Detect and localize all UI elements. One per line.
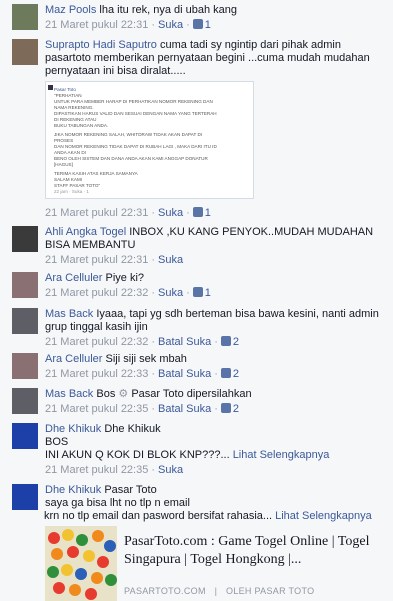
comment-thread: Maz Pools lha itu rek, nya di ubah kang …	[0, 0, 393, 601]
thumbs-up-icon	[220, 336, 231, 346]
mention-icon: ⚙	[118, 388, 129, 400]
comment-text: dipersilahkan	[186, 388, 252, 400]
avatar[interactable]	[12, 484, 38, 510]
attachment-text: Pasar Toto "PERHATIAN UNTUK PARA MEMBER …	[54, 87, 247, 195]
see-more-link[interactable]: Lihat Selengkapnya	[275, 510, 372, 522]
like-count[interactable]: 2	[233, 336, 239, 348]
thumbs-up-icon	[192, 287, 203, 297]
comment-text: krn no tlp email dan pasword bersifat ra…	[44, 510, 273, 522]
avatar[interactable]	[12, 226, 38, 252]
comment-body: Maz Pools lha itu rek, nya di ubah kang …	[45, 4, 385, 32]
avatar[interactable]	[12, 39, 38, 65]
commenter-name[interactable]: Ahli Angka Togel	[45, 226, 126, 238]
comment-body: Dhe Khikuk Dhe Khikuk BOS INI AKUN Q KOK…	[45, 423, 385, 477]
commenter-name[interactable]: Suprapto Hadi Saputro	[45, 39, 157, 51]
like-button[interactable]: Suka	[158, 19, 183, 31]
comment-body: Mas Back Bos ⚙ Pasar Toto dipersilahkan …	[45, 388, 385, 416]
thumbs-up-icon	[220, 403, 231, 413]
comment-time[interactable]: 21 Maret pukul 22:32	[45, 336, 148, 348]
like-count[interactable]: 1	[205, 19, 211, 31]
link-preview-card[interactable]: PasarToto.com : Game Togel Online | Toge…	[45, 526, 385, 601]
avatar[interactable]	[12, 4, 38, 30]
comment-body: krn no tlp email dan pasword bersifat ra…	[44, 510, 385, 523]
thumbs-up-icon	[220, 368, 231, 378]
avatar[interactable]	[12, 272, 38, 298]
comment-text: Bos	[96, 388, 116, 400]
link-title[interactable]: PasarToto.com : Game Togel Online | Toge…	[124, 533, 384, 569]
comment-text: Siji siji sek mbah	[105, 353, 187, 365]
page-logo-icon	[48, 85, 53, 90]
attachment-meta: 22 jam · Suka · 1	[54, 189, 89, 194]
comment-meta: 21 Maret pukul 22:35 · Suka	[45, 464, 184, 476]
comment-text: Pasar Toto	[104, 484, 157, 496]
comment-text: Iyaaa, tapi yg sdh berteman bisa bawa ke…	[45, 308, 379, 333]
avatar[interactable]	[12, 308, 38, 334]
unlike-button[interactable]: Batal Suka	[158, 336, 211, 348]
comment-text-line: INI AKUN Q KOK DI BLOK KNP???...	[45, 449, 230, 461]
comment-text: Piye ki?	[105, 272, 145, 284]
comment-text: Dhe Khikuk	[104, 423, 161, 435]
thumbs-up-icon	[192, 207, 203, 217]
avatar[interactable]	[12, 353, 38, 379]
like-button[interactable]: Suka	[158, 464, 183, 476]
like-count[interactable]: 2	[233, 368, 239, 380]
like-button[interactable]: Suka	[158, 254, 183, 266]
comment-time[interactable]: 21 Maret pukul 22:31	[45, 207, 148, 219]
comment-meta: 21 Maret pukul 22:35 · Batal Suka · 2	[45, 403, 240, 415]
link-domain: PASARTOTO.COM | OLEH PASAR TOTO	[124, 586, 314, 596]
comment-time[interactable]: 21 Maret pukul 22:33	[45, 368, 148, 380]
comment-body: Ara Celluler Piye ki? 21 Maret pukul 22:…	[45, 272, 385, 300]
comment-body: 21 Maret pukul 22:31 · Suka · 1	[45, 205, 385, 220]
comment-time[interactable]: 21 Maret pukul 22:31	[45, 19, 148, 31]
comment-text: INI AKUN Q KOK DI BLOK KNP???... Lihat S…	[45, 449, 385, 462]
comment-time[interactable]: 21 Maret pukul 22:35	[45, 464, 148, 476]
comment-time[interactable]: 21 Maret pukul 22:35	[45, 403, 148, 415]
commenter-name[interactable]: Ara Celluler	[45, 353, 102, 365]
comment-body: Mas Back Iyaaa, tapi yg sdh berteman bis…	[45, 308, 385, 349]
comment-text: lha itu rek, nya di ubah kang	[99, 4, 238, 16]
comment-body: Ahli Angka Togel INBOX ,KU KANG PENYOK..…	[45, 226, 385, 267]
comment-meta: 21 Maret pukul 22:31 · Suka	[45, 254, 184, 266]
like-button[interactable]: Suka	[158, 207, 183, 219]
commenter-name[interactable]: Dhe Khikuk	[45, 484, 101, 496]
avatar[interactable]	[12, 388, 38, 414]
comment-meta: 21 Maret pukul 22:32 · Suka · 1	[45, 287, 211, 299]
link-thumbnail[interactable]	[45, 526, 117, 601]
comment-time[interactable]: 21 Maret pukul 22:31	[45, 254, 148, 266]
commenter-name[interactable]: Mas Back	[45, 388, 93, 400]
comment-text: BOS	[45, 436, 69, 448]
commenter-name[interactable]: Ara Celluler	[45, 272, 102, 284]
commenter-name[interactable]: Dhe Khikuk	[45, 423, 101, 435]
thumbs-up-icon	[192, 19, 203, 29]
like-button[interactable]: Suka	[158, 287, 183, 299]
comment-body: Ara Celluler Siji siji sek mbah 21 Maret…	[45, 353, 385, 381]
unlike-button[interactable]: Batal Suka	[158, 403, 211, 415]
comment-attachment-image[interactable]: Pasar Toto "PERHATIAN UNTUK PARA MEMBER …	[45, 81, 254, 199]
comment-body: Dhe Khikuk Pasar Toto saya ga bisa lht n…	[45, 484, 385, 510]
link-domain-text: PASARTOTO.COM	[124, 586, 206, 596]
mentioned-page[interactable]: Pasar Toto	[131, 388, 183, 400]
avatar[interactable]	[12, 423, 38, 449]
commenter-name[interactable]: Mas Back	[45, 308, 93, 320]
comment-meta: 21 Maret pukul 22:31 · Suka · 1	[45, 19, 211, 31]
comment-meta: 21 Maret pukul 22:31 · Suka · 1	[45, 207, 211, 219]
like-count[interactable]: 2	[233, 403, 239, 415]
comment-body: Suprapto Hadi Saputro cuma tadi sy ngint…	[45, 39, 385, 78]
unlike-button[interactable]: Batal Suka	[158, 368, 211, 380]
link-author: OLEH PASAR TOTO	[226, 586, 315, 596]
like-count[interactable]: 1	[205, 207, 211, 219]
commenter-name[interactable]: Maz Pools	[45, 4, 96, 16]
link-separator: |	[214, 586, 218, 596]
comment-meta: 21 Maret pukul 22:32 · Batal Suka · 2	[45, 336, 240, 348]
see-more-link[interactable]: Lihat Selengkapnya	[233, 449, 330, 461]
comment-time[interactable]: 21 Maret pukul 22:32	[45, 287, 148, 299]
comment-text: saya ga bisa lht no tlp n email	[45, 497, 190, 509]
comment-meta: 21 Maret pukul 22:33 · Batal Suka · 2	[45, 368, 240, 380]
like-count[interactable]: 1	[205, 287, 211, 299]
